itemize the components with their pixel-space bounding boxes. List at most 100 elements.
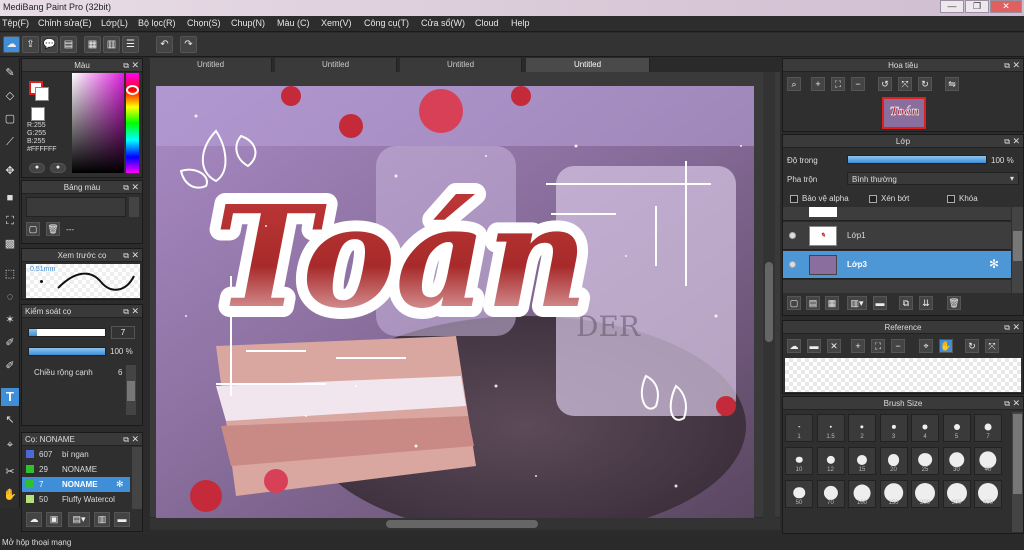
undock-icon[interactable]: ⧉: [123, 249, 129, 262]
magic-wand-icon[interactable]: ✶: [1, 311, 19, 329]
vertical-scroll-thumb[interactable]: [765, 262, 773, 342]
brush-tool-icon[interactable]: ✎: [1, 64, 19, 82]
menu-color[interactable]: Màu (C): [277, 18, 310, 28]
brush-size-option[interactable]: 40: [974, 447, 1002, 475]
protect-alpha-checkbox[interactable]: [790, 195, 798, 203]
eraser-tool-icon[interactable]: ◇: [1, 87, 19, 105]
brush-size-option[interactable]: 50: [785, 480, 813, 508]
zoom-search-icon[interactable]: ⌕: [787, 77, 801, 91]
brush-size-option[interactable]: 2: [848, 414, 876, 442]
brush-properties-icon[interactable]: ▥: [94, 512, 110, 527]
tab-untitled-3[interactable]: Untitled: [400, 58, 522, 72]
layer-settings-gear-icon[interactable]: ✻: [989, 257, 999, 271]
brush-list-item-selected[interactable]: 7 NONAME ✻: [22, 477, 130, 492]
add-brush-icon[interactable]: ▣: [46, 512, 62, 527]
undock-icon[interactable]: ⧉: [123, 433, 129, 446]
navigator-thumbnail[interactable]: Toán: [882, 97, 926, 129]
gradient-tool-icon[interactable]: ▩: [1, 235, 19, 253]
redo-icon[interactable]: ↷: [180, 36, 197, 53]
bucket-tool-icon[interactable]: ⛶: [1, 212, 19, 230]
close-icon[interactable]: ✕: [131, 59, 139, 72]
rotate-icon[interactable]: ↻: [965, 339, 979, 353]
reference-area[interactable]: [785, 358, 1021, 392]
hand-icon[interactable]: ✋: [939, 339, 953, 353]
menu-snap[interactable]: Chup(N): [231, 18, 265, 28]
new-palette-icon[interactable]: ▢: [26, 222, 40, 236]
cloud-brush-icon[interactable]: ☁: [26, 512, 42, 527]
menu-file[interactable]: Tệp(F): [2, 18, 29, 28]
brush-size-value[interactable]: 7: [111, 326, 135, 339]
layer-opacity-slider[interactable]: [847, 155, 987, 164]
minimize-button[interactable]: —: [940, 0, 964, 13]
menu-select[interactable]: Chọn(S): [187, 18, 221, 28]
horizontal-scroll-thumb[interactable]: [386, 520, 538, 528]
menu-edit[interactable]: Chỉnh sửa(E): [38, 18, 92, 28]
menu-window[interactable]: Cửa sổ(W): [421, 18, 465, 28]
layer-row-selected[interactable]: Lớp3 ✻: [783, 251, 1011, 279]
folder-icon[interactable]: ▬: [114, 512, 130, 527]
rotate-left-icon[interactable]: ↺: [878, 77, 892, 91]
brush-size-option[interactable]: 20: [879, 447, 908, 475]
undock-icon[interactable]: ⧉: [1004, 321, 1010, 334]
zoom-out-icon[interactable]: −: [891, 339, 905, 353]
eyedropper-tool-icon[interactable]: ⌖: [1, 436, 19, 454]
brush-size-option[interactable]: 100: [848, 480, 876, 508]
close-button[interactable]: ✕: [990, 0, 1022, 13]
close-icon[interactable]: ✕: [1012, 397, 1020, 410]
brush-size-slider[interactable]: [28, 328, 106, 337]
select-tool-icon[interactable]: ⬚: [1, 265, 19, 283]
zoom-out-icon[interactable]: −: [851, 77, 865, 91]
undock-icon[interactable]: ⧉: [1004, 135, 1010, 148]
operation-tool-icon[interactable]: ↖: [1, 411, 19, 429]
undock-icon[interactable]: ⧉: [123, 181, 129, 194]
new-8bit-layer-icon[interactable]: ▦: [825, 296, 839, 310]
close-icon[interactable]: ✕: [1012, 135, 1020, 148]
eyedropper-icon[interactable]: ⌖: [919, 339, 933, 353]
brush-list-item[interactable]: 29 NONAME: [22, 462, 130, 477]
delete-palette-icon[interactable]: 🗑: [46, 222, 60, 236]
brush-list-item[interactable]: 50 Fluffy Watercol: [22, 492, 130, 507]
hand-tool-icon[interactable]: ✋: [1, 486, 19, 504]
cloud-icon[interactable]: ☁: [3, 36, 20, 53]
menu-layer[interactable]: Lớp(L): [101, 18, 128, 28]
brush-list-scrollbar[interactable]: [132, 447, 142, 509]
reset-view-icon[interactable]: ⤧: [898, 77, 912, 91]
message-icon[interactable]: ▤: [60, 36, 77, 53]
shape-tool-icon[interactable]: ▢: [1, 110, 19, 128]
folder-icon[interactable]: ▬: [873, 296, 887, 310]
brush-size-option[interactable]: 4: [911, 414, 939, 442]
close-icon[interactable]: ✕: [131, 433, 139, 446]
close-icon[interactable]: ✕: [131, 305, 139, 318]
fit-screen-icon[interactable]: ⛶: [871, 339, 885, 353]
dot-tool-icon[interactable]: ⟋: [1, 133, 19, 151]
new-halftone-layer-icon[interactable]: ▤: [806, 296, 820, 310]
tab-untitled-1[interactable]: Untitled: [150, 58, 272, 72]
rotate-right-icon[interactable]: ↻: [918, 77, 932, 91]
move-tool-icon[interactable]: ✥: [1, 162, 19, 180]
brush-size-option[interactable]: 300: [942, 480, 971, 508]
brush-settings-gear-icon[interactable]: ✻: [116, 479, 124, 490]
undock-icon[interactable]: ⧉: [123, 59, 129, 72]
delete-layer-icon[interactable]: 🗑: [947, 296, 961, 310]
lasso-tool-icon[interactable]: ◌: [1, 288, 19, 306]
brush-size-option[interactable]: 3: [879, 414, 908, 442]
palette-scrollbar[interactable]: [129, 197, 139, 217]
brush-size-option[interactable]: 400: [974, 480, 1002, 508]
brush-size-option[interactable]: 1: [785, 414, 813, 442]
fill-rect-tool-icon[interactable]: ■: [1, 189, 19, 207]
list-icon[interactable]: ☰: [122, 36, 139, 53]
color-mode-button[interactable]: ●: [29, 163, 45, 173]
saturation-picker[interactable]: [72, 73, 124, 173]
brush-size-option[interactable]: 30: [942, 447, 971, 475]
menu-help[interactable]: Help: [511, 18, 530, 28]
undock-icon[interactable]: ⧉: [1004, 397, 1010, 410]
layer-row[interactable]: [783, 207, 1011, 221]
share-icon[interactable]: ⇪: [22, 36, 39, 53]
select-pen-icon[interactable]: ✐: [1, 334, 19, 352]
comment-icon[interactable]: 💬: [41, 36, 58, 53]
menu-tools[interactable]: Công cụ(T): [364, 18, 409, 28]
brush-control-scrollbar[interactable]: [126, 365, 136, 415]
close-icon[interactable]: ✕: [131, 181, 139, 194]
zoom-in-icon[interactable]: +: [811, 77, 825, 91]
open-folder-icon[interactable]: ▬: [807, 339, 821, 353]
